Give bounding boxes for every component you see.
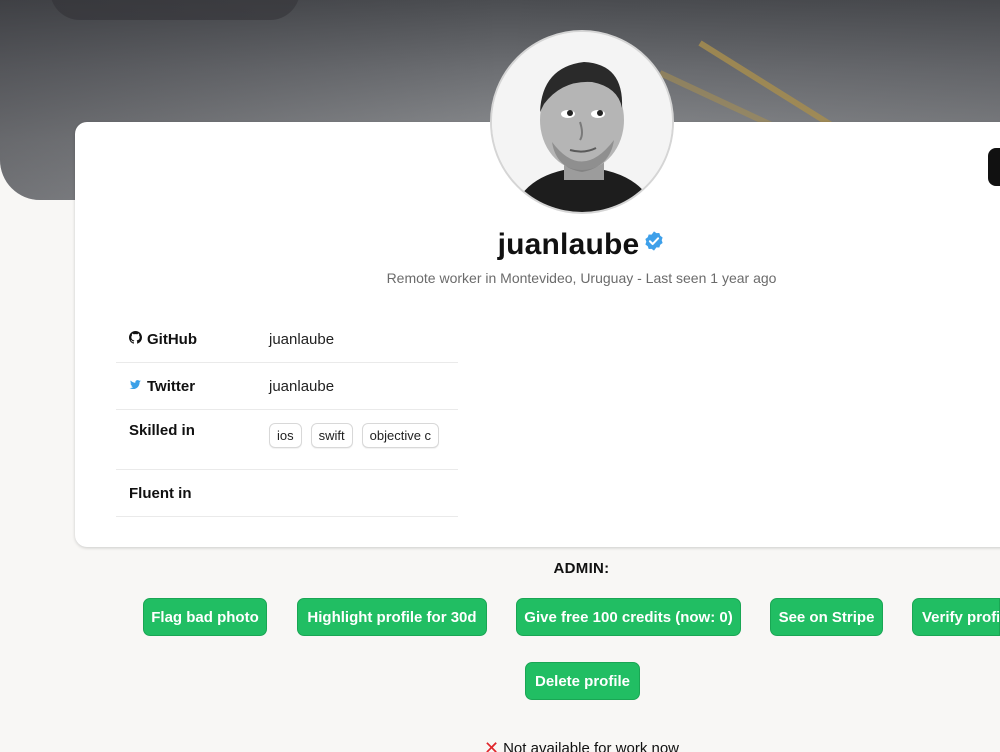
profile-subtitle: Remote worker in Montevideo, Uruguay - L… <box>386 270 777 286</box>
github-value[interactable]: juanlaube <box>256 331 334 348</box>
profile-info-table: GitHub juanlaube Twitter juanlaube Skill… <box>116 316 458 517</box>
profile-username: juanlaube <box>497 228 640 261</box>
flag-photo-button[interactable]: Flag bad photo <box>143 598 267 636</box>
info-row-languages: Fluent in <box>116 470 458 517</box>
info-label-skills: Skilled in <box>129 422 195 439</box>
info-label-github: GitHub <box>116 330 256 348</box>
info-label-twitter: Twitter <box>116 378 256 395</box>
delete-profile-button[interactable]: Delete profile <box>525 662 640 700</box>
skill-tags: ios swift objective c <box>256 423 440 448</box>
github-icon <box>129 330 142 348</box>
avatar <box>490 30 674 214</box>
profile-name-row: juanlaube <box>0 228 1000 263</box>
free-credits-button[interactable]: Give free 100 credits (now: 0) <box>516 598 741 636</box>
availability-text: Not available for work now <box>503 740 680 752</box>
admin-title: ADMIN: <box>553 560 610 577</box>
github-label: GitHub <box>147 330 197 348</box>
availability-status: ✕ Not available for work now <box>484 738 679 752</box>
see-on-stripe-button[interactable]: See on Stripe <box>770 598 883 636</box>
skill-tag[interactable]: objective c <box>361 423 440 448</box>
verify-profile-button[interactable]: Verify profile <box>912 598 1000 636</box>
twitter-value[interactable]: juanlaube <box>256 378 334 395</box>
avatar-portrait <box>492 32 672 212</box>
side-action-button[interactable] <box>988 148 1000 186</box>
info-row-github: GitHub juanlaube <box>116 316 458 363</box>
verified-badge-icon <box>643 226 665 260</box>
info-row-twitter: Twitter juanlaube <box>116 363 458 410</box>
twitter-label: Twitter <box>147 377 196 395</box>
skill-tag[interactable]: swift <box>310 423 353 448</box>
highlight-profile-button[interactable]: Highlight profile for 30d <box>297 598 487 636</box>
skill-tag[interactable]: ios <box>269 423 302 448</box>
info-label-languages: Fluent in <box>129 484 192 502</box>
info-row-skills: Skilled in ios swift objective c <box>116 410 458 470</box>
cross-mark-icon: ✕ <box>484 738 500 752</box>
twitter-icon <box>129 378 142 395</box>
